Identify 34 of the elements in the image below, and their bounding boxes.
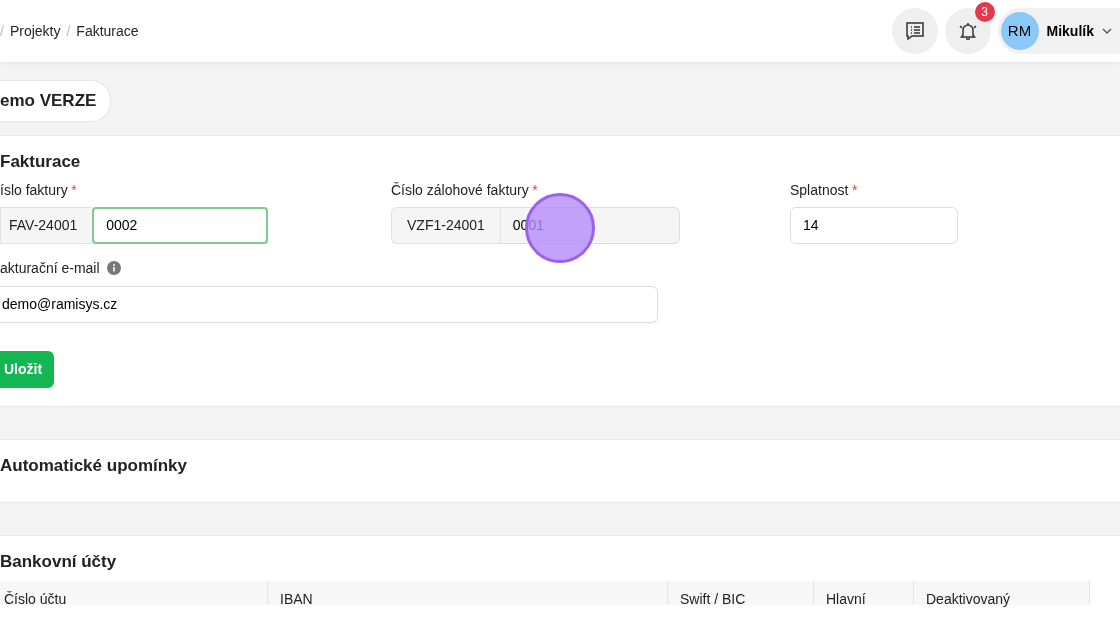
breadcrumb-separator: / [0,21,4,41]
required-asterisk: * [71,180,77,200]
field-label: Číslo zálohové faktury [391,180,529,200]
version-pill: emo VERZE [0,80,112,122]
column-header: IBAN [268,580,668,605]
email-field[interactable]: demo@ramisys.cz [0,285,658,323]
input-prefix: FAV-24001 [0,206,93,244]
section-title: Automatické upomínky [0,455,189,477]
required-asterisk: * [532,180,538,200]
input-field[interactable]: 14 [790,206,958,244]
field-label: íslo faktury [0,180,68,200]
column-header: Hlavní [814,580,914,605]
breadcrumb-separator: / [66,21,71,41]
list-icon [903,20,926,42]
bell-icon [956,20,979,42]
section-title: Bankovní účty [0,552,118,573]
column-header: Číslo účtu [0,580,268,605]
field-label: akturační e-mail [0,258,100,278]
input-prefix: VZF1-24001 [391,206,500,244]
breadcrumb-link[interactable]: Projekty [9,20,61,42]
messages-button[interactable] [891,8,938,54]
required-asterisk: * [851,180,858,200]
chevron-down-icon [1102,28,1112,34]
column-header: Swift / BIC [668,580,814,605]
notification-count-badge: 3 [974,2,995,22]
breadcrumb-link[interactable]: Fakturace [76,20,139,42]
avatar-circle: RM [1000,12,1039,50]
notifications-button[interactable] [944,8,991,54]
section-title: Fakturace [0,151,82,172]
field-label: Splatnost [790,180,849,200]
user-menu-button[interactable]: RM Mikulík [997,8,1120,54]
input-field[interactable]: 0002 [92,206,269,244]
info-icon[interactable] [106,261,121,276]
column-header: Deaktivovaný [914,580,1090,605]
